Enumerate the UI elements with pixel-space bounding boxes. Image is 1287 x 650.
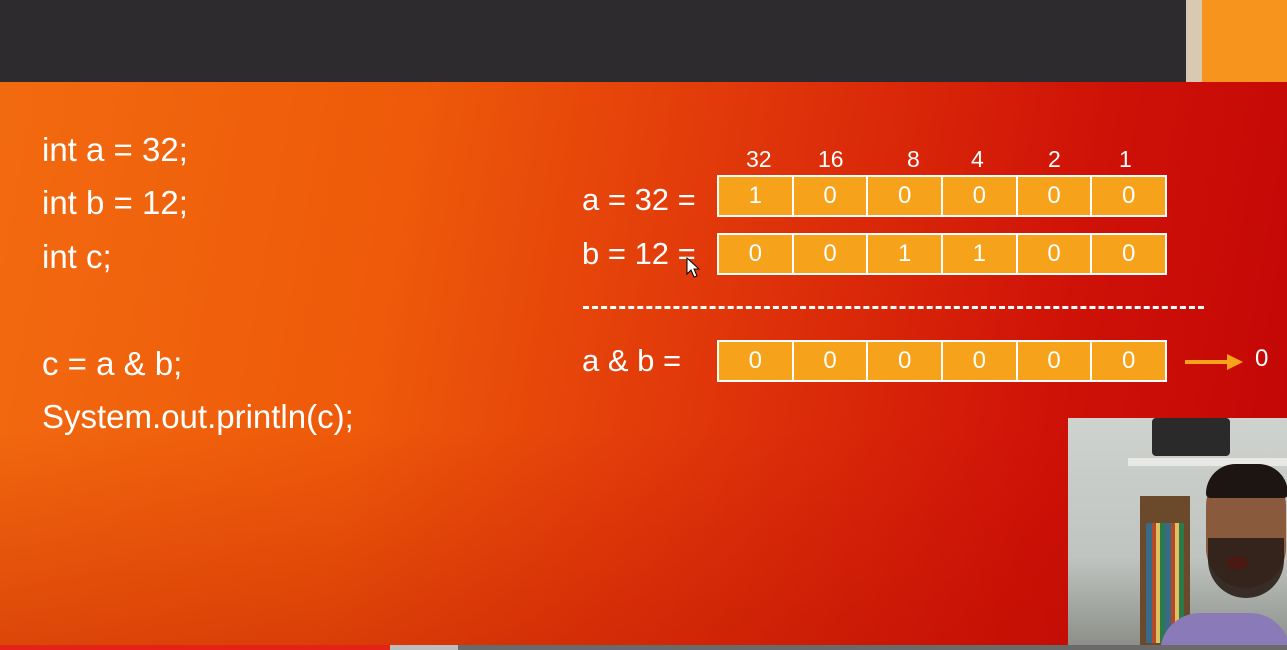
code-line-3: int c; (42, 238, 112, 275)
dashed-divider (583, 306, 1204, 309)
bit-cell: 0 (1017, 235, 1093, 273)
bit-row-a: 1 0 0 0 0 0 (717, 175, 1167, 217)
presenter-mouth (1226, 556, 1248, 570)
row-label-and: a & b = (582, 343, 682, 378)
presenter-hair (1206, 464, 1287, 498)
bit-weight-4: 4 (971, 146, 984, 172)
code-line-2: int b = 12; (42, 184, 188, 221)
bit-row-and: 0 0 0 0 0 0 (717, 340, 1167, 382)
bit-cell: 0 (793, 235, 869, 273)
bit-cell: 0 (1017, 177, 1093, 215)
bit-cell: 1 (719, 177, 794, 215)
bit-cell: 0 (943, 342, 1018, 380)
bit-weight-16: 16 (818, 146, 844, 172)
bit-cell: 0 (1092, 342, 1166, 380)
row-label-a: a = 32 = (582, 182, 696, 217)
bit-cell: 0 (793, 342, 869, 380)
bag-image (1152, 418, 1230, 456)
bit-cell: 1 (868, 235, 944, 273)
bit-cell: 0 (1092, 177, 1166, 215)
webcam-overlay (1068, 418, 1287, 650)
code-line-4: c = a & b; (42, 345, 183, 382)
title-bar-gap (1186, 0, 1202, 82)
bit-weight-1: 1 (1119, 146, 1132, 172)
bit-cell: 0 (868, 342, 944, 380)
slide-title-bar (0, 0, 1186, 82)
bit-cell: 0 (1017, 342, 1093, 380)
mouse-pointer-icon (686, 257, 700, 278)
bit-weight-8: 8 (907, 146, 920, 172)
code-line-5: System.out.println(c); (42, 398, 354, 435)
bit-cell: 0 (719, 342, 794, 380)
bit-cell: 0 (793, 177, 869, 215)
bit-row-b: 0 0 1 1 0 0 (717, 233, 1167, 275)
bit-cell: 0 (943, 177, 1018, 215)
bit-cell: 0 (1092, 235, 1166, 273)
row-label-b: b = 12 = (582, 236, 696, 271)
title-bar-accent (1202, 0, 1287, 82)
video-progress-fill[interactable] (0, 645, 390, 650)
bit-cell: 0 (719, 235, 794, 273)
arrow-right-icon (1185, 354, 1243, 370)
bit-cell: 0 (868, 177, 944, 215)
result-value: 0 (1255, 345, 1269, 372)
video-progress-buffer (390, 645, 458, 650)
bit-weight-32: 32 (746, 146, 772, 172)
bit-weight-2: 2 (1048, 146, 1061, 172)
presenter-beard (1208, 538, 1284, 598)
bit-cell: 1 (943, 235, 1018, 273)
code-line-1: int a = 32; (42, 131, 188, 168)
